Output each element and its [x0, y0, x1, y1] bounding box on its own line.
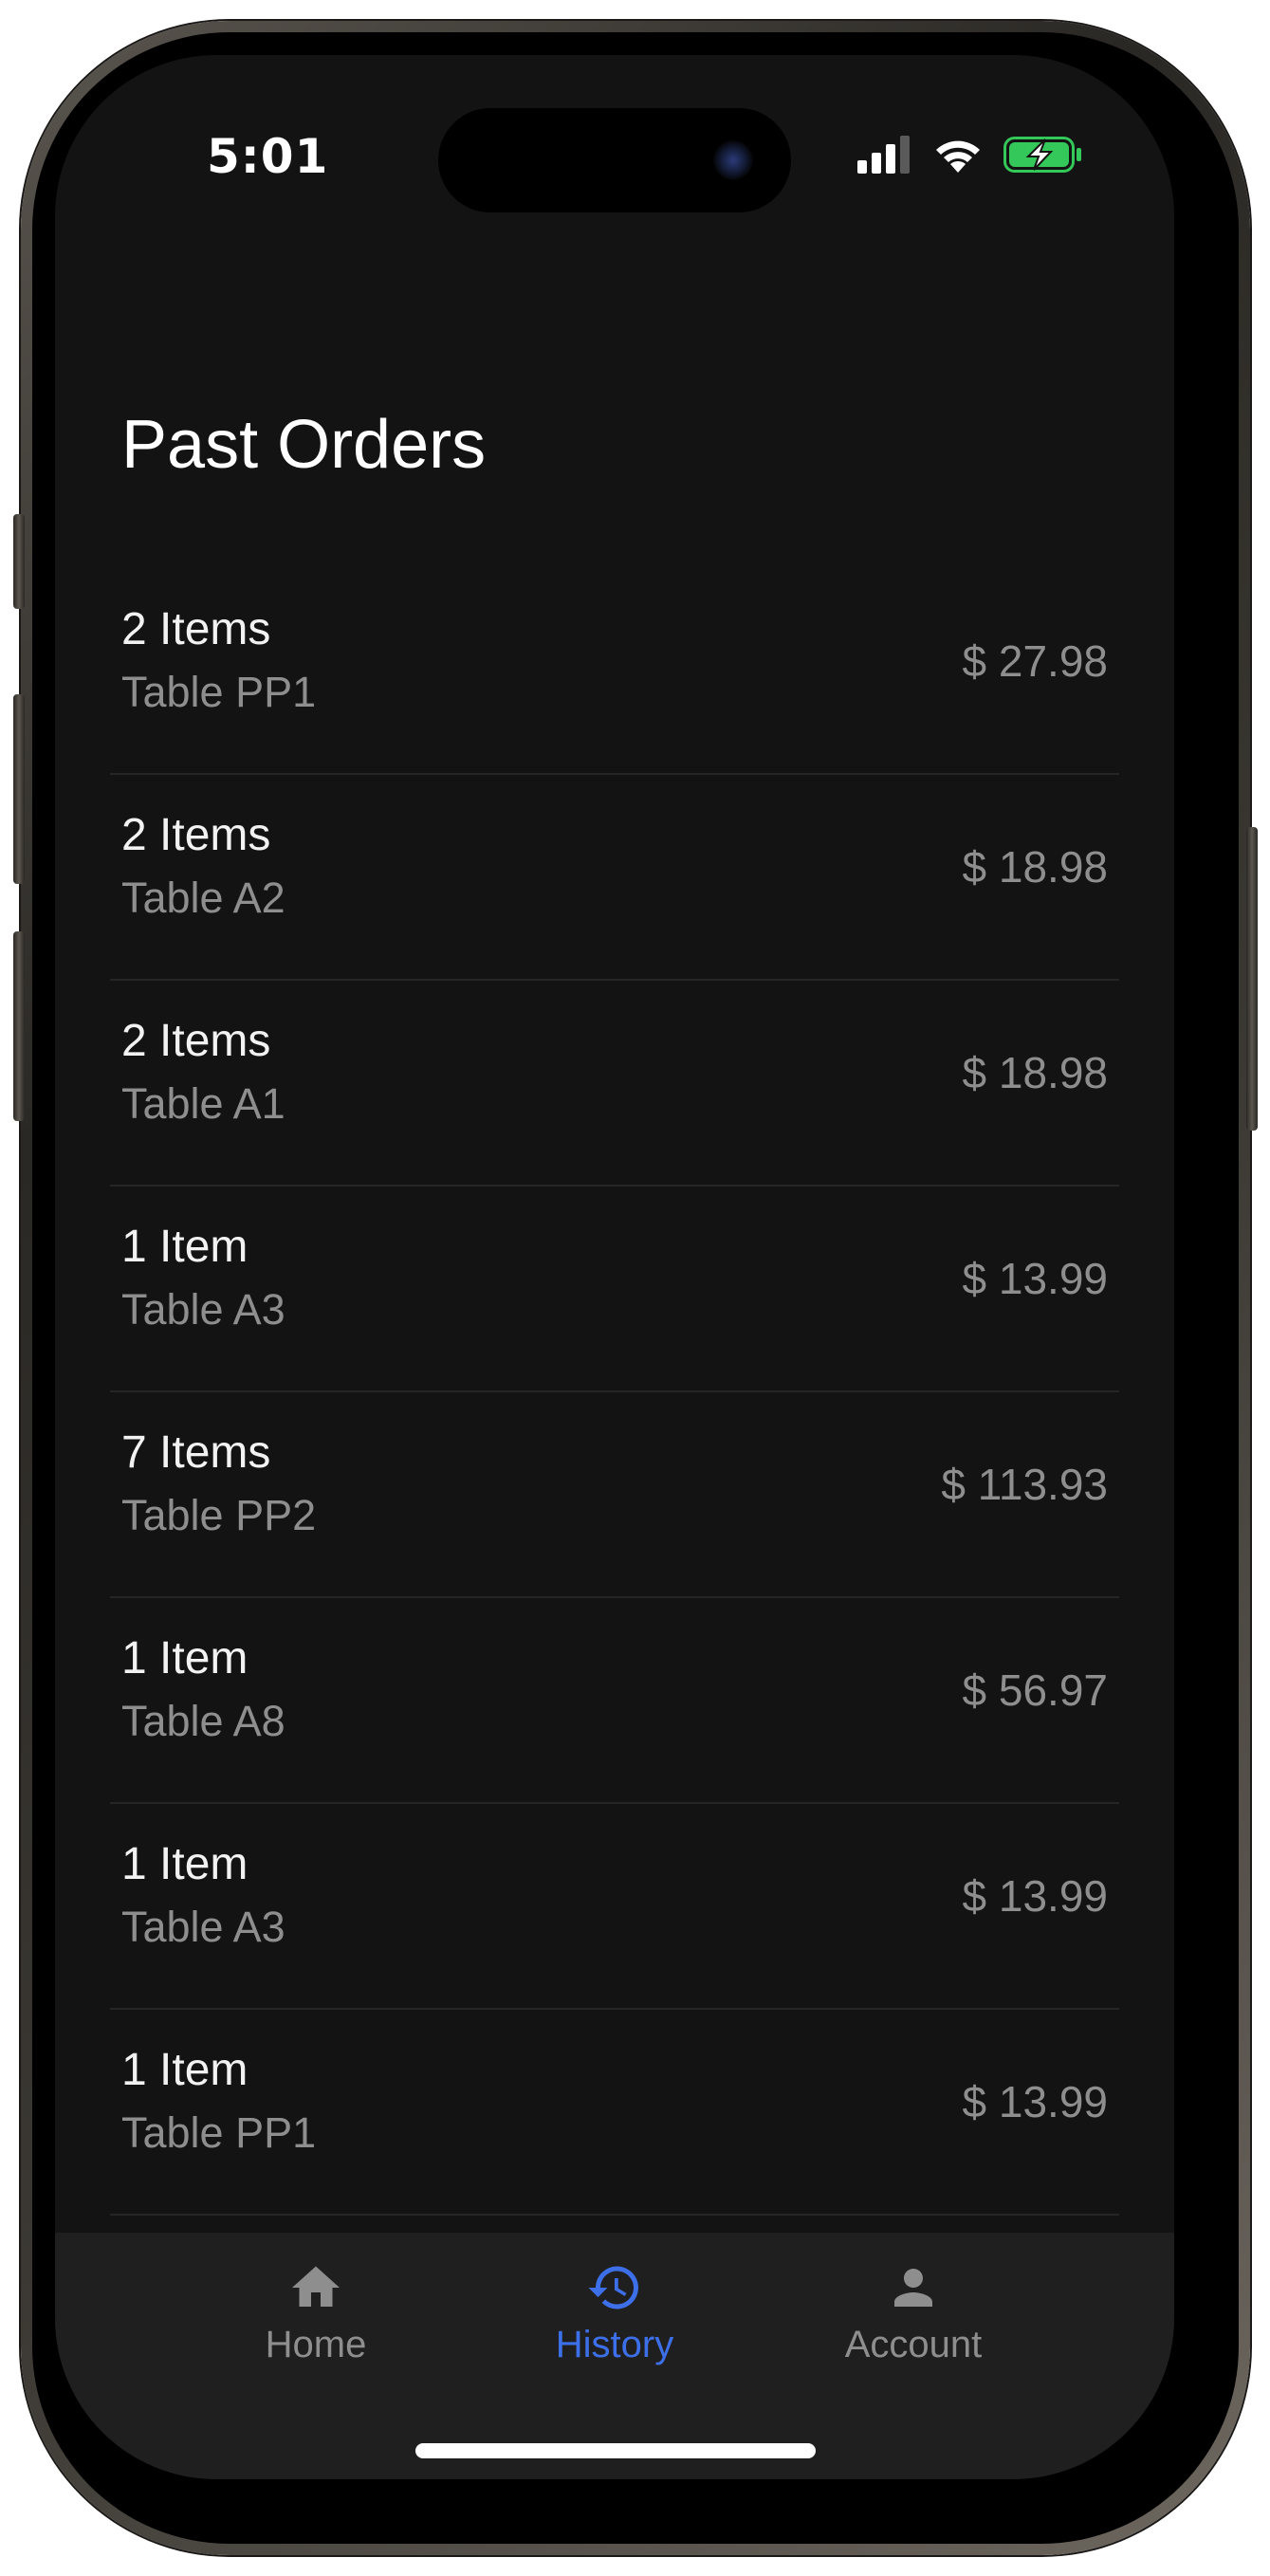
status-icons: [857, 135, 1083, 178]
order-table-name: Table PP1: [121, 668, 317, 716]
bottom-tab-bar: Home History Account: [55, 2233, 1174, 2479]
tab-account-label: Account: [844, 2324, 983, 2365]
order-row[interactable]: 2 Items Table PP1 $ 27.98: [110, 569, 1119, 775]
order-table-name: Table A1: [121, 1079, 285, 1128]
order-table-name: Table PP1: [121, 2108, 317, 2157]
order-price: $ 18.98: [962, 842, 1108, 892]
order-price: $ 13.99: [962, 1871, 1108, 1921]
order-table-name: Table PP2: [121, 1491, 317, 1539]
tab-history[interactable]: History: [472, 2259, 757, 2401]
history-icon: [588, 2266, 638, 2309]
order-table-name: Table A8: [121, 1697, 285, 1745]
order-item-count: 2 Items: [121, 604, 271, 654]
battery-charging-icon: [1003, 135, 1083, 178]
volume-down-button: [13, 931, 25, 1121]
order-row[interactable]: 1 Item Table A3 $ 13.99: [110, 1187, 1119, 1392]
order-table-name: Table A3: [121, 1903, 285, 1951]
order-row[interactable]: 2 Items Table A2 $ 18.98: [110, 775, 1119, 981]
order-item-count: 2 Items: [121, 1016, 271, 1066]
tab-home-label: Home: [265, 2324, 367, 2365]
tab-history-label: History: [555, 2324, 674, 2365]
volume-up-button: [13, 694, 25, 884]
order-row[interactable]: 7 Items Table PP2 $ 113.93: [110, 1392, 1119, 1598]
home-indicator[interactable]: [415, 2443, 816, 2458]
order-item-count: 1 Item: [121, 1839, 248, 1889]
order-price: $ 18.98: [962, 1048, 1108, 1097]
camera-icon: [713, 140, 753, 180]
dynamic-island: [438, 108, 791, 212]
order-price: $ 13.99: [962, 1254, 1108, 1303]
order-row[interactable]: 1 Item Table A8 $ 56.97: [110, 1598, 1119, 1804]
order-price: $ 56.97: [962, 1665, 1108, 1715]
orders-list: 2 Items Table PP1 $ 27.98 2 Items Table …: [110, 569, 1119, 2216]
order-item-count: 2 Items: [121, 810, 271, 860]
cellular-signal-icon: [857, 136, 912, 177]
page-title: Past Orders: [121, 407, 487, 483]
action-button: [13, 514, 25, 609]
tab-home[interactable]: Home: [174, 2259, 458, 2401]
order-item-count: 1 Item: [121, 1633, 248, 1684]
status-bar: 5:01: [55, 55, 1174, 216]
order-item-count: 7 Items: [121, 1427, 271, 1478]
order-item-count: 1 Item: [121, 1222, 248, 1272]
order-price: $ 113.93: [941, 1460, 1108, 1509]
order-row[interactable]: 1 Item Table A3 $ 13.99: [110, 1804, 1119, 2010]
status-time: 5:01: [207, 129, 329, 184]
order-table-name: Table A2: [121, 874, 285, 922]
order-table-name: Table A3: [121, 1285, 285, 1334]
order-row[interactable]: 1 Item Table PP1 $ 13.99: [110, 2010, 1119, 2216]
order-price: $ 13.99: [962, 2077, 1108, 2126]
app-screen: 5:01 Past Orders 2 Items Table PP1 $ 27.…: [55, 55, 1174, 2479]
order-row[interactable]: 2 Items Table A1 $ 18.98: [110, 981, 1119, 1187]
tab-account[interactable]: Account: [771, 2259, 1056, 2401]
account-icon: [894, 2269, 932, 2307]
wifi-icon: [931, 135, 985, 178]
home-icon: [292, 2266, 340, 2307]
order-item-count: 1 Item: [121, 2045, 248, 2095]
order-price: $ 27.98: [962, 636, 1108, 686]
power-button: [1246, 827, 1258, 1131]
